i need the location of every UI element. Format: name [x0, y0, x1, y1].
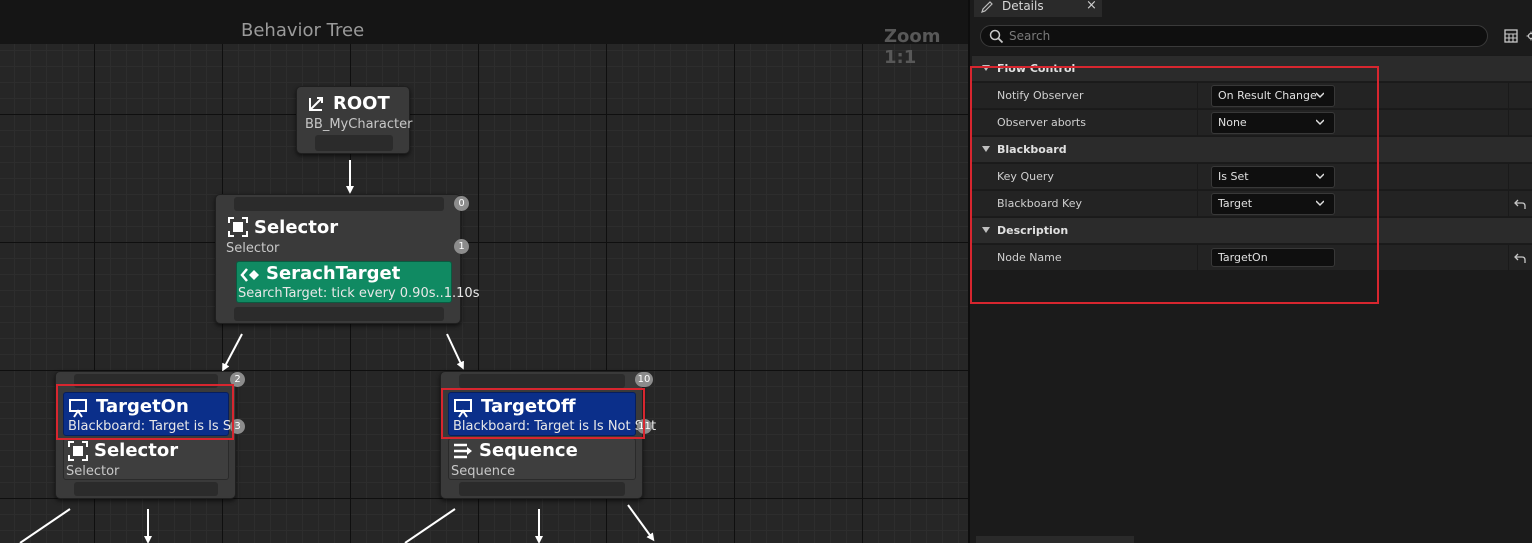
search-input[interactable]: [1009, 28, 1469, 44]
selector-title: Selector: [254, 217, 339, 238]
selector-icon: [228, 217, 248, 237]
left-selector-title: Selector: [94, 440, 179, 461]
chevron-down-icon: [1316, 92, 1324, 99]
left-selector-subtitle: Selector: [66, 464, 120, 479]
left-input-pin[interactable]: [74, 374, 218, 388]
decorator-icon: [454, 399, 472, 418]
chevron-down-icon: [1316, 173, 1324, 180]
table-view-icon[interactable]: [1504, 29, 1518, 43]
search-icon: [989, 29, 1004, 44]
close-icon[interactable]: ×: [1086, 0, 1097, 13]
root-output-pin[interactable]: [315, 135, 393, 151]
targetoff-title: TargetOff: [481, 396, 576, 417]
category-label: Flow Control: [997, 62, 1076, 75]
search-target-title: SerachTarget: [266, 263, 401, 284]
dropdown-value: Target: [1218, 197, 1253, 210]
notify-observer-dropdown[interactable]: On Result Change: [1211, 85, 1335, 107]
category-label: Blackboard: [997, 143, 1067, 156]
behavior-tree-graph[interactable]: Behavior Tree Zoom 1:1 ROOT BB_MyCharact…: [0, 0, 968, 543]
selector-subtitle: Selector: [226, 241, 280, 256]
key-query-dropdown[interactable]: Is Set: [1211, 166, 1335, 188]
right-index-badge-top: 10: [635, 372, 653, 387]
root-title: ROOT: [333, 93, 390, 114]
node-name-value: TargetOn: [1218, 251, 1268, 264]
left-selector-body[interactable]: Selector Selector: [63, 438, 229, 480]
left-index-badge-top: 2: [230, 372, 245, 387]
right-sequence-subtitle: Sequence: [451, 464, 516, 479]
reset-to-default-icon[interactable]: [1514, 252, 1526, 264]
dropdown-value: Is Set: [1218, 170, 1249, 183]
targetoff-decorator[interactable]: TargetOff Blackboard: Target is Is Not S…: [448, 392, 656, 436]
prop-observer-aborts: Observer aborts None: [972, 109, 1532, 136]
pencil-icon: [981, 1, 993, 13]
wire-left-child-1: [19, 508, 71, 543]
node-name-field[interactable]: TargetOn: [1211, 248, 1335, 267]
category-description[interactable]: Description: [972, 217, 1532, 243]
selector-index-badge-mid: 1: [454, 239, 469, 254]
expand-arrow-icon: [982, 227, 990, 233]
right-index-badge-mid: 11: [637, 419, 652, 434]
right-output-pin[interactable]: [459, 482, 625, 496]
right-sequence-body[interactable]: Sequence Sequence: [448, 438, 636, 480]
right-sequence-node[interactable]: TargetOff Blackboard: Target is Is Not S…: [440, 371, 656, 499]
wire-selector-targetoff: [446, 333, 464, 370]
expand-arrow-icon: [982, 146, 990, 152]
wire-right-child-1: [404, 508, 456, 543]
left-output-pin[interactable]: [74, 482, 218, 496]
blackboard-key-dropdown[interactable]: Target: [1211, 193, 1335, 215]
details-tab-label: Details: [1002, 0, 1044, 13]
chevron-down-icon: [1316, 119, 1324, 126]
targetoff-subtitle: Blackboard: Target is Is Not Set: [453, 419, 657, 434]
prop-notify-observer: Notify Observer On Result Change: [972, 82, 1532, 109]
right-sequence-title: Sequence: [479, 440, 578, 461]
bottom-panel-tab[interactable]: [976, 536, 1134, 543]
dropdown-value: None: [1218, 116, 1247, 129]
prop-label: Blackboard Key: [997, 197, 1082, 210]
expand-arrow-icon: [982, 65, 990, 71]
root-node[interactable]: ROOT BB_MyCharacter: [296, 86, 413, 154]
targeton-title: TargetOn: [96, 396, 189, 417]
prop-label: Notify Observer: [997, 89, 1084, 102]
right-input-pin[interactable]: [459, 374, 625, 388]
prop-label: Observer aborts: [997, 116, 1086, 129]
selector-input-pin[interactable]: [234, 197, 444, 211]
selector-output-pin[interactable]: [234, 307, 444, 321]
sequence-icon: [454, 443, 472, 459]
details-tab[interactable]: Details ×: [974, 0, 1102, 17]
dropdown-value: On Result Change: [1218, 89, 1317, 102]
search-target-service[interactable]: SerachTarget SearchTarget: tick every 0.…: [236, 261, 479, 303]
root-icon: [309, 97, 323, 111]
observer-aborts-dropdown[interactable]: None: [1211, 112, 1335, 134]
prop-blackboard-key: Blackboard Key Target: [972, 190, 1532, 217]
prop-label: Key Query: [997, 170, 1054, 183]
details-panel: Details × Flow Control Notify Observer: [968, 0, 1532, 543]
decorator-icon: [69, 399, 87, 418]
selector-icon: [68, 441, 88, 461]
chevron-down-icon: [1316, 200, 1324, 207]
service-icon: [240, 268, 259, 282]
gear-icon[interactable]: [1526, 28, 1532, 44]
reset-to-default-icon[interactable]: [1514, 198, 1526, 210]
prop-node-name: Node Name TargetOn: [972, 244, 1532, 271]
root-subtitle: BB_MyCharacter: [305, 117, 413, 132]
left-selector-node[interactable]: TargetOn Blackboard: Target is Is Set Se…: [55, 371, 244, 499]
wire-right-child-3: [627, 504, 655, 542]
selector-node[interactable]: Selector Selector SerachTarget SearchTar…: [215, 194, 479, 324]
prop-key-query: Key Query Is Set: [972, 163, 1532, 190]
targeton-subtitle: Blackboard: Target is Is Set: [68, 419, 245, 434]
wire-selector-targeton: [222, 333, 243, 372]
prop-label: Node Name: [997, 251, 1062, 264]
selector-index-badge-top: 0: [454, 196, 469, 211]
details-search[interactable]: [980, 25, 1488, 47]
category-flow-control[interactable]: Flow Control: [972, 55, 1532, 81]
category-blackboard[interactable]: Blackboard: [972, 136, 1532, 162]
left-index-badge-mid: 3: [230, 419, 245, 434]
category-label: Description: [997, 224, 1069, 237]
targeton-decorator[interactable]: TargetOn Blackboard: Target is Is Set: [63, 392, 244, 436]
search-target-subtitle: SearchTarget: tick every 0.90s..1.10s: [238, 286, 480, 301]
